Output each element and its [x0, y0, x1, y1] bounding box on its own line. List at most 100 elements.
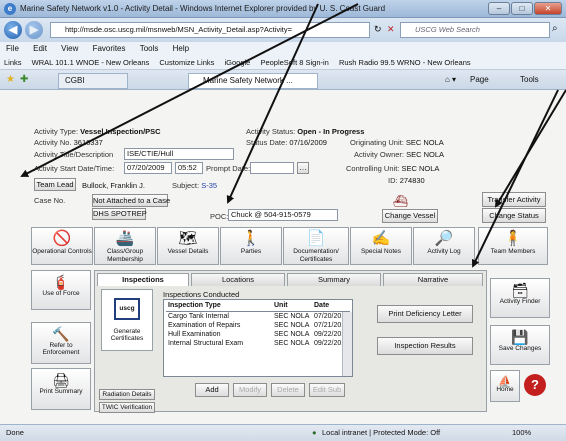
radiation-details-button[interactable]: Radiation Details	[99, 389, 155, 400]
team-members-button[interactable]: 🧍 Team Members	[478, 227, 548, 265]
gavel-icon: 🔨	[52, 326, 70, 342]
use-of-force-icon: 🧯	[52, 274, 70, 290]
link-rush-radio[interactable]: Rush Radio 99.5 WRNO - New Orleans	[339, 58, 471, 67]
inspections-table: Inspection Type Unit Date Cargo Tank Int…	[163, 299, 353, 377]
activity-no-value: 3616337	[73, 138, 103, 147]
team-lead-button[interactable]: Team Lead	[34, 178, 76, 191]
document-icon: 📄	[306, 230, 326, 247]
activity-title-input[interactable]: ISE/CTIE/Hull	[124, 148, 234, 160]
print-summary-button[interactable]: 🖨 Print Summary	[31, 368, 91, 410]
table-row[interactable]: Examination of Repairs SEC NOLA 07/21/20…	[166, 322, 350, 331]
prompt-date-label: Prompt Date:	[206, 164, 251, 173]
help-icon[interactable]: ?	[524, 374, 546, 396]
status-date-label: Status Date:	[246, 138, 288, 147]
menu-favorites[interactable]: Favorites	[93, 44, 126, 53]
ship-icon: 🚢	[115, 230, 135, 247]
tab-cgbi[interactable]: CGBI	[58, 73, 128, 89]
activity-log-button[interactable]: 🔎 Activity Log	[413, 227, 475, 265]
table-row[interactable]: Hull Examination SEC NOLA 09/22/20...	[166, 331, 350, 340]
subject-label: Subject:	[172, 181, 200, 190]
maximize-button[interactable]: □	[511, 2, 533, 15]
close-button[interactable]: ✕	[534, 2, 562, 15]
ie-logo-icon: e	[4, 3, 16, 15]
generate-certificates-button[interactable]: uscg Generate Certificates	[101, 289, 153, 351]
stop-icon[interactable]: ✕	[387, 24, 395, 35]
activity-type-label: Activity Type:	[34, 127, 79, 136]
prompt-date-input[interactable]	[250, 162, 294, 174]
tools-menu[interactable]: Tools	[520, 75, 539, 84]
link-peoplesoft[interactable]: PeopleSoft 8 Sign-in	[260, 58, 328, 67]
operational-controls-button[interactable]: 🚫 Operational Controls	[31, 227, 93, 265]
transfer-activity-button[interactable]: Transfer Activity	[482, 192, 546, 207]
page-menu[interactable]: Page	[470, 75, 489, 84]
refer-to-enforcement-button[interactable]: 🔨 Refer to Enforcement	[31, 322, 91, 364]
start-date-input[interactable]: 07/20/2009	[124, 162, 172, 174]
add-favorite-icon[interactable]: ✚	[20, 74, 28, 85]
poc-input[interactable]: Chuck @ 504-915-0579	[228, 209, 338, 221]
edit-sub-button[interactable]: Edit Sub	[309, 383, 345, 397]
class-group-membership-button[interactable]: 🚢 Class/Group Membership	[94, 227, 156, 265]
activity-detail-page: Activity Type: Vessel Inspection/PSC Act…	[0, 90, 566, 424]
column-inspection-type[interactable]: Inspection Type	[168, 302, 221, 309]
documentation-certificates-button[interactable]: 📄 Documentation/ Certificates	[283, 227, 349, 265]
prohibited-icon: 🚫	[52, 230, 72, 247]
refresh-icon[interactable]: ↻	[374, 24, 382, 35]
menu-edit[interactable]: Edit	[33, 44, 47, 53]
activity-no-label: Activity No.	[34, 138, 72, 147]
inspections-conducted-label: Inspections Conducted	[163, 290, 240, 299]
pen-icon: ✍	[371, 230, 391, 247]
delete-inspection-button[interactable]: Delete	[271, 383, 305, 397]
link-customize[interactable]: Customize Links	[159, 58, 214, 67]
subject-link[interactable]: S-35	[201, 181, 217, 190]
modify-inspection-button[interactable]: Modify	[233, 383, 267, 397]
menu-help[interactable]: Help	[173, 44, 189, 53]
menu-file[interactable]: File	[6, 44, 19, 53]
twic-verification-button[interactable]: TWIC Verification	[99, 402, 155, 413]
favorites-star-icon[interactable]: ★	[6, 74, 15, 85]
links-label: Links	[4, 58, 22, 67]
link-igoogle[interactable]: iGoogle	[225, 58, 251, 67]
generate-certificates-label: Generate Certificates	[110, 328, 144, 342]
home-icon[interactable]: ⌂ ▾	[445, 75, 456, 84]
inspection-results-button[interactable]: Inspection Results	[377, 337, 473, 355]
add-inspection-button[interactable]: Add	[195, 383, 229, 397]
search-input[interactable]: USCG Web Search	[400, 22, 550, 38]
link-wnoe[interactable]: WRAL 101.1 WNOE - New Orleans	[32, 58, 150, 67]
forward-arrow-icon[interactable]: ▶	[25, 21, 43, 39]
team-member-icon: 🧍	[503, 230, 523, 247]
tab-marine-safety-network[interactable]: Marine Safety Network ...	[188, 73, 318, 89]
dhs-spotrep-button[interactable]: DHS SPOTREP	[92, 208, 147, 220]
print-deficiency-letter-button[interactable]: Print Deficiency Letter	[377, 305, 473, 323]
save-changes-button[interactable]: 💾 Save Changes	[490, 325, 550, 365]
menu-view[interactable]: View	[61, 44, 78, 53]
change-status-button[interactable]: Change Status	[482, 208, 546, 223]
controlling-unit-label: Controlling Unit:	[346, 164, 400, 173]
back-arrow-icon[interactable]: ◀	[4, 21, 22, 39]
prompt-date-picker-button[interactable]: …	[297, 162, 309, 174]
change-vessel-button[interactable]: Change Vessel	[382, 209, 438, 223]
tab-inspections[interactable]: Inspections	[97, 273, 189, 286]
table-scrollbar[interactable]	[342, 312, 352, 376]
activity-finder-button[interactable]: 🗃 Activity Finder	[490, 278, 550, 318]
vessel-details-button[interactable]: 🗺 Vessel Details	[157, 227, 219, 265]
attach-case-button[interactable]: Not Attached to a Case	[92, 194, 170, 207]
minimize-button[interactable]: –	[488, 2, 510, 15]
home-button[interactable]: ⛵ Home	[490, 370, 520, 402]
menu-tools[interactable]: Tools	[140, 44, 159, 53]
search-icon[interactable]: ⌕	[552, 23, 558, 34]
tab-summary[interactable]: Summary	[287, 273, 381, 286]
address-input[interactable]: http://msde.osc.uscg.mil/msnweb/MSN_Acti…	[50, 22, 370, 38]
start-time-input[interactable]: 05:52	[175, 162, 203, 174]
table-row[interactable]: Cargo Tank Internal SEC NOLA 07/20/20...	[166, 313, 350, 322]
table-row[interactable]: Internal Structural Exam SEC NOLA 09/22/…	[166, 340, 350, 349]
column-unit[interactable]: Unit	[274, 302, 288, 309]
tab-locations[interactable]: Locations	[191, 273, 285, 286]
window-title: Marine Safety Network v1.0 - Activity De…	[20, 4, 386, 13]
parties-button[interactable]: 🚶 Parties	[220, 227, 282, 265]
tab-narrative[interactable]: Narrative	[383, 273, 483, 286]
special-notes-button[interactable]: ✍ Special Notes	[350, 227, 412, 265]
column-date[interactable]: Date	[314, 302, 329, 309]
zoom-level[interactable]: 100%	[512, 425, 531, 441]
vessel-icon: ⛴	[393, 194, 409, 208]
use-of-force-button[interactable]: 🧯 Use of Force	[31, 270, 91, 310]
